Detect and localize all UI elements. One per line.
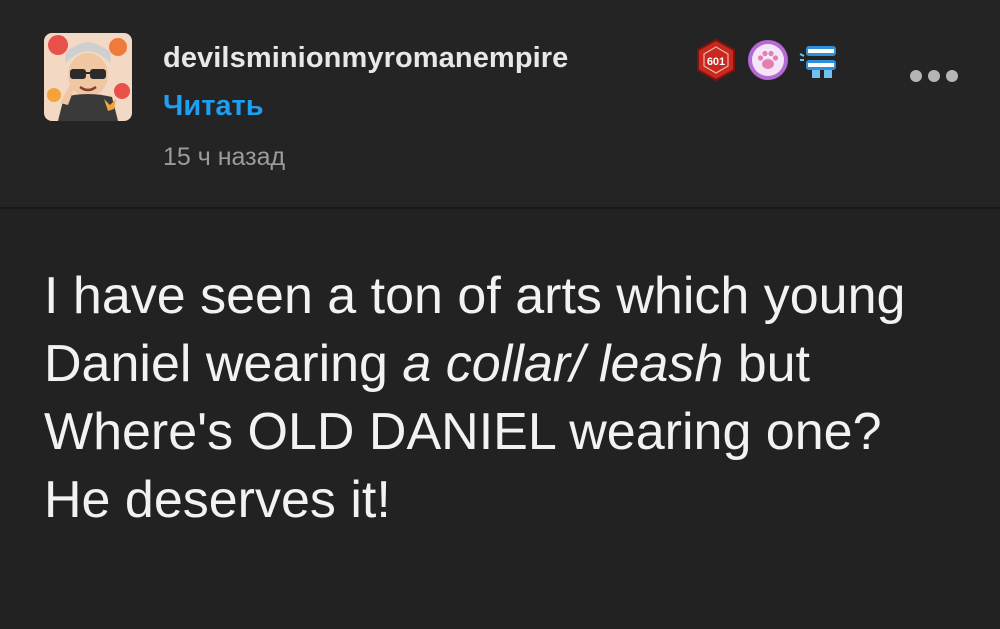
more-options-button[interactable]	[906, 60, 962, 92]
avatar[interactable]	[44, 33, 132, 121]
post-header: devilsminionmyromanempire 601 Читать 15 …	[0, 0, 1000, 207]
username-link[interactable]: devilsminionmyromanempire	[163, 42, 568, 75]
paw-print-badge-icon[interactable]	[746, 38, 790, 82]
ellipsis-icon	[910, 70, 958, 82]
cartoon-avatar-icon	[44, 33, 132, 121]
header-divider	[0, 207, 1000, 209]
follow-button[interactable]: Читать	[163, 90, 264, 123]
d20-badge-text: 601	[707, 56, 725, 68]
d20-badge-icon[interactable]: 601	[694, 38, 738, 82]
post-timestamp: 15 ч назад	[163, 143, 286, 171]
chatter-teeth-badge-icon[interactable]	[798, 38, 842, 82]
post-body: I have seen a ton of arts which young Da…	[44, 262, 944, 534]
post-text-italic: a collar/ leash	[402, 335, 724, 393]
